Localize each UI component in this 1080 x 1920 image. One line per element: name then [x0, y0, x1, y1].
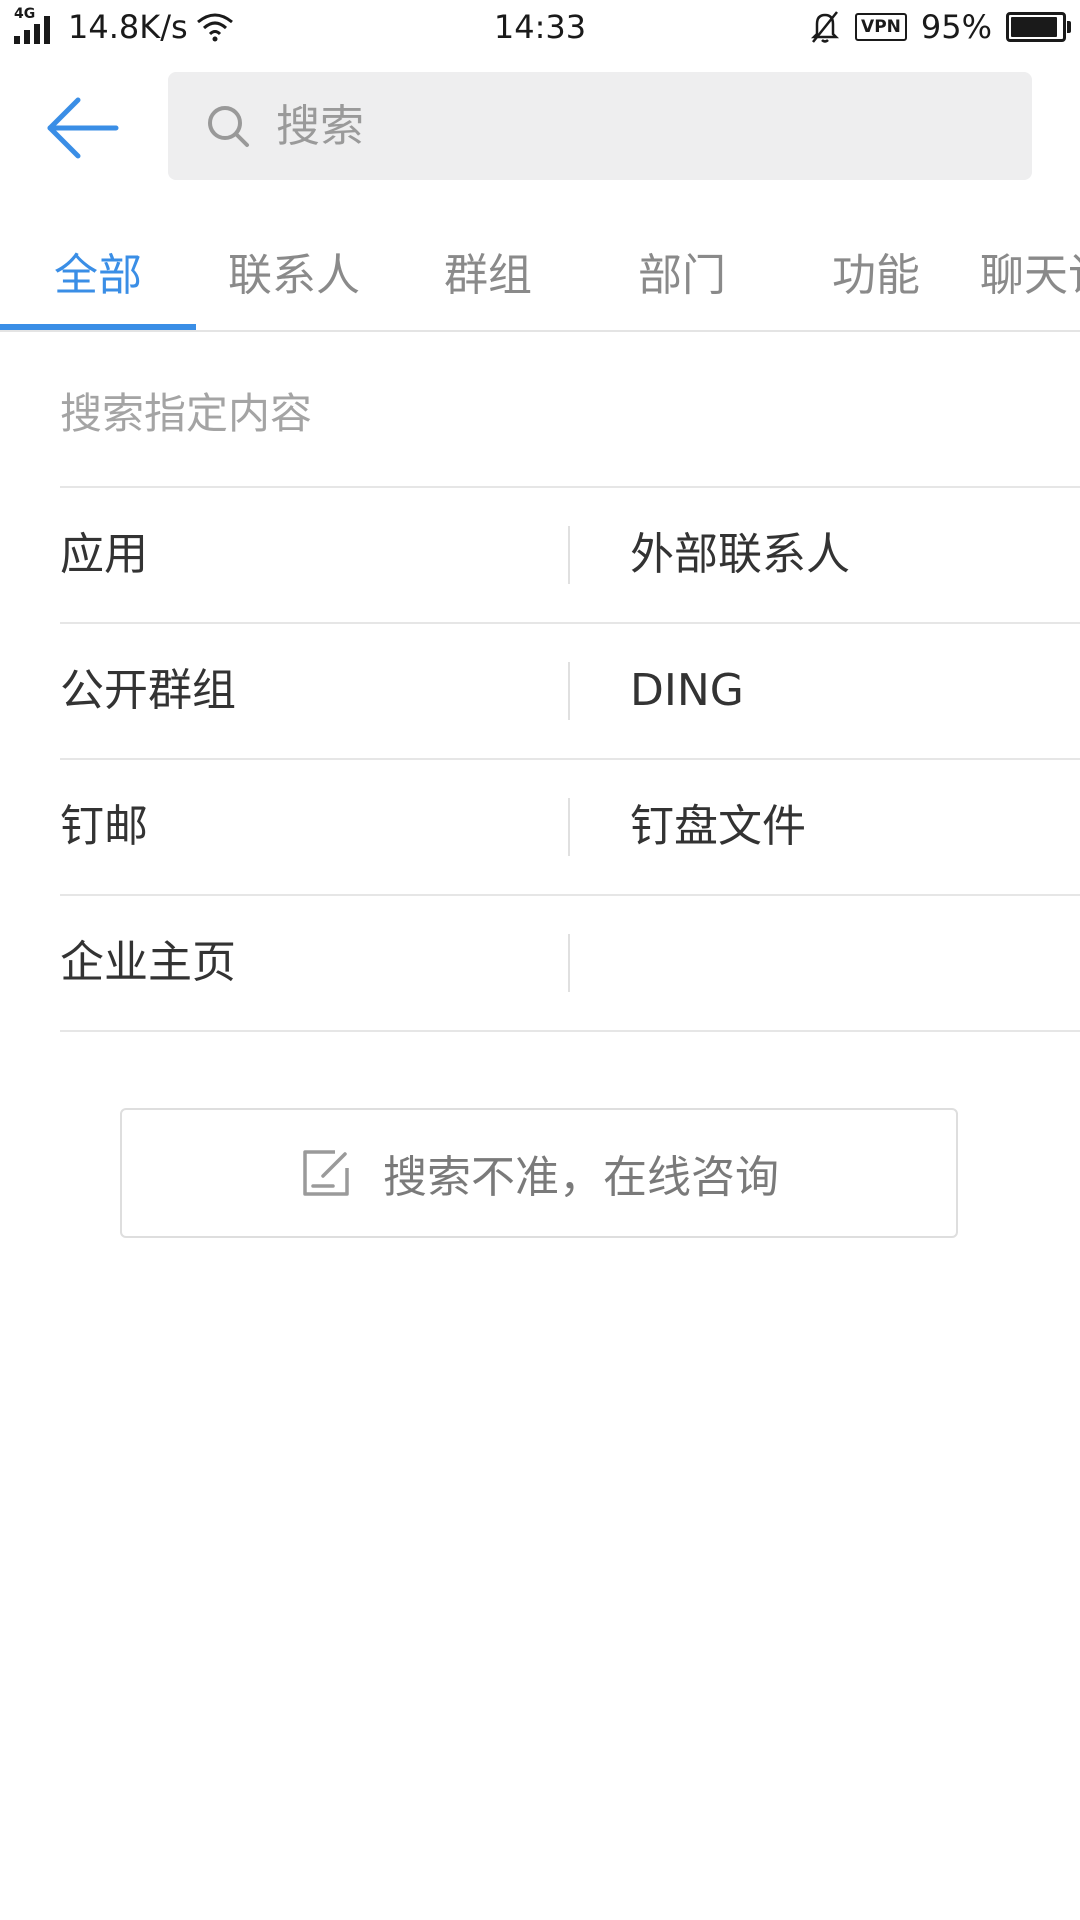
section-title: 搜索指定内容: [60, 389, 313, 438]
search-scope-grid: 应用 外部联系人 公开群组 DING 钉邮 钉盘文件 企业主页: [60, 486, 1080, 1032]
divider: [568, 798, 570, 856]
scope-public-groups[interactable]: 公开群组: [60, 624, 568, 758]
search-input[interactable]: [274, 99, 978, 153]
status-bar: 4G 14.8K/s 14:33 VPN 95%: [0, 0, 1080, 56]
scope-apps[interactable]: 应用: [60, 488, 568, 622]
grid-row: 公开群组 DING: [60, 622, 1080, 758]
tab-departments[interactable]: 部门: [584, 222, 780, 330]
online-consult-button[interactable]: 搜索不准，在线咨询: [120, 1108, 958, 1238]
tab-bar: 全部 联系人 群组 部门 功能 聊天记录: [0, 222, 1080, 332]
search-icon: [208, 106, 249, 147]
tab-functions[interactable]: 功能: [778, 222, 974, 330]
battery-fill: [1011, 17, 1057, 37]
battery-icon: [1006, 12, 1071, 42]
scope-mail[interactable]: 钉邮: [60, 760, 568, 894]
tab-chat-records[interactable]: 聊天记录: [980, 222, 1080, 330]
back-button[interactable]: [44, 96, 120, 160]
status-right: VPN 95%: [809, 8, 1071, 46]
divider: [568, 934, 570, 992]
tab-contacts[interactable]: 联系人: [196, 222, 392, 330]
tab-all[interactable]: 全部: [0, 222, 196, 330]
vpn-icon: VPN: [855, 13, 907, 41]
scope-external-contacts[interactable]: 外部联系人: [630, 488, 1080, 622]
edit-note-icon: [303, 1150, 349, 1196]
tab-active-indicator: [0, 324, 196, 330]
scope-drive-files[interactable]: 钉盘文件: [630, 760, 1080, 894]
divider: [568, 662, 570, 720]
battery-percent: 95%: [920, 8, 992, 46]
arrow-left-icon: [47, 97, 119, 159]
search-page: 4G 14.8K/s 14:33 VPN 95% 搜索 全部 联系人 群组 部门…: [0, 0, 1080, 1920]
scope-ding[interactable]: DING: [630, 624, 1080, 758]
online-consult-label: 搜索不准，在线咨询: [383, 1152, 779, 1203]
tab-groups[interactable]: 群组: [390, 222, 586, 330]
scope-empty: [630, 896, 1080, 1030]
scope-company-homepage[interactable]: 企业主页: [60, 896, 568, 1030]
divider: [568, 526, 570, 584]
grid-row: 应用 外部联系人: [60, 486, 1080, 622]
bell-muted-icon: [811, 11, 840, 43]
grid-row: 企业主页: [60, 894, 1080, 1032]
search-bar[interactable]: [168, 72, 1032, 180]
grid-row: 钉邮 钉盘文件: [60, 758, 1080, 894]
